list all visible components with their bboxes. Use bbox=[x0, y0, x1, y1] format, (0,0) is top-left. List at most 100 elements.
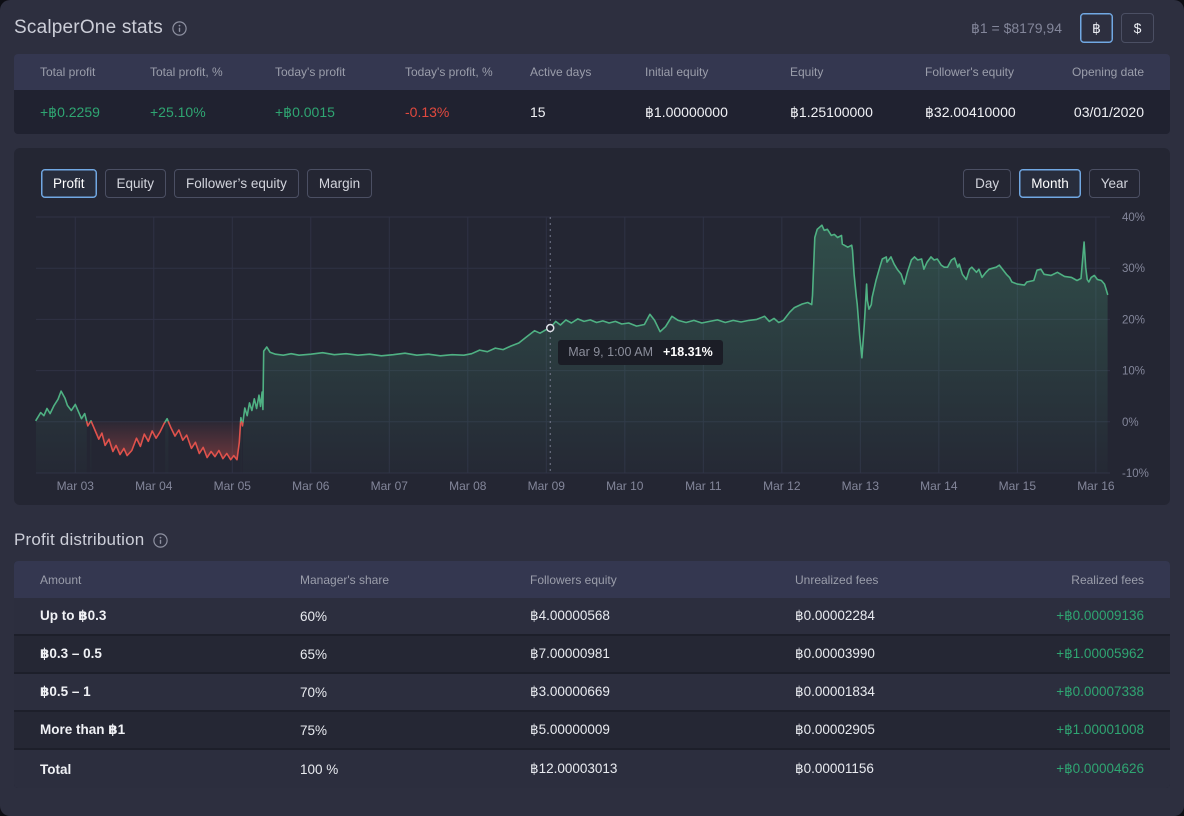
chart-panel: Profit EquityFollower’s equity Margin Day M… bbox=[14, 148, 1170, 505]
svg-text:20%: 20% bbox=[1122, 314, 1145, 326]
range-tab[interactable]: Month bbox=[1019, 169, 1081, 198]
distribution-row: Total 100 % ฿12.00003013 ฿0.00001156 +฿0… bbox=[14, 750, 1170, 788]
metric-tabs: Profit EquityFollower’s equity Margin bbox=[41, 169, 372, 198]
stats-column-header: Today's profit, % bbox=[391, 65, 516, 79]
distribution-body: Up to ฿0.3 60% ฿4.00000568 ฿0.00002284 +… bbox=[14, 598, 1170, 788]
distribution-realized-fees: +฿1.00005962 bbox=[1031, 646, 1158, 662]
stats-column-header: Follower's equity bbox=[911, 65, 1046, 79]
svg-text:Mar 15: Mar 15 bbox=[999, 479, 1037, 493]
svg-text:30%: 30% bbox=[1122, 263, 1145, 275]
distribution-header-row: AmountManager's shareFollowers equityUnr… bbox=[14, 561, 1170, 598]
svg-text:Mar 13: Mar 13 bbox=[842, 479, 880, 493]
svg-text:0%: 0% bbox=[1122, 417, 1139, 429]
metric-tab[interactable]: Profit bbox=[41, 169, 97, 198]
svg-text:Mar 11: Mar 11 bbox=[685, 479, 722, 493]
stats-table-value-row: +฿0.2259+25.10%+฿0.0015-0.13%15฿1.000000… bbox=[14, 90, 1170, 134]
stats-column-header: Initial equity bbox=[631, 65, 776, 79]
distribution-column-header: Unrealized fees bbox=[781, 573, 1031, 587]
distribution-column-header: Followers equity bbox=[516, 573, 781, 587]
distribution-unrealized-fees: ฿0.00001156 bbox=[781, 761, 1031, 777]
range-tab[interactable]: Year bbox=[1089, 169, 1140, 198]
distribution-realized-fees: +฿0.00009136 bbox=[1031, 608, 1158, 624]
stats-value: 03/01/2020 bbox=[1046, 104, 1158, 120]
distribution-row: ฿0.5 – 1 70% ฿3.00000669 ฿0.00001834 +฿0… bbox=[14, 674, 1170, 712]
distribution-title: Profit distribution bbox=[14, 530, 144, 550]
info-icon[interactable] bbox=[172, 21, 187, 36]
svg-text:Mar 09: Mar 09 bbox=[528, 479, 566, 493]
chart-toolbar: Profit EquityFollower’s equity Margin Day M… bbox=[14, 148, 1170, 198]
svg-text:40%: 40% bbox=[1122, 212, 1145, 224]
currency-toggle-button[interactable]: ฿ bbox=[1080, 13, 1113, 43]
distribution-header: Profit distribution bbox=[0, 505, 1184, 561]
svg-text:Mar 10: Mar 10 bbox=[606, 479, 644, 493]
distribution-unrealized-fees: ฿0.00001834 bbox=[781, 684, 1031, 700]
stats-header: ScalperOne stats ฿1 = $8179,94 ฿$ bbox=[0, 0, 1184, 54]
stats-column-header: Opening date bbox=[1046, 65, 1158, 79]
stats-column-header: Equity bbox=[776, 65, 911, 79]
svg-text:Mar 04: Mar 04 bbox=[135, 479, 173, 493]
stats-value: ฿1.25100000 bbox=[776, 104, 911, 121]
distribution-row: ฿0.3 – 0.5 65% ฿7.00000981 ฿0.00003990 +… bbox=[14, 636, 1170, 674]
distribution-amount: Up to ฿0.3 bbox=[26, 608, 286, 624]
distribution-managers-share: 65% bbox=[286, 647, 516, 662]
stats-column-header: Total profit bbox=[26, 65, 136, 79]
stats-value: 15 bbox=[516, 104, 631, 120]
currency-toggle: ฿$ bbox=[1080, 13, 1154, 43]
distribution-managers-share: 70% bbox=[286, 685, 516, 700]
stats-value: ฿32.00410000 bbox=[911, 104, 1046, 121]
distribution-column-header: Manager's share bbox=[286, 573, 516, 587]
distribution-realized-fees: +฿0.00007338 bbox=[1031, 684, 1158, 700]
distribution-column-header: Amount bbox=[26, 573, 286, 587]
range-tab[interactable]: Day bbox=[963, 169, 1011, 198]
distribution-realized-fees: +฿1.00001008 bbox=[1031, 722, 1158, 738]
svg-text:-10%: -10% bbox=[1122, 468, 1149, 480]
svg-text:Mar 07: Mar 07 bbox=[371, 479, 409, 493]
profit-chart: Mar 03 Mar 04 Mar 05 Mar 06 Mar 07 Mar 08 Mar … bbox=[14, 204, 1170, 500]
svg-text:Mar 16: Mar 16 bbox=[1077, 479, 1115, 493]
distribution-table: AmountManager's shareFollowers equityUnr… bbox=[14, 561, 1170, 788]
metric-tab[interactable]: Equity bbox=[105, 169, 167, 198]
distribution-managers-share: 75% bbox=[286, 723, 516, 738]
page-title: ScalperOne stats bbox=[14, 17, 163, 39]
range-tabs: Day Month Year bbox=[963, 169, 1140, 198]
distribution-amount: Total bbox=[26, 762, 286, 777]
stats-column-header: Active days bbox=[516, 65, 631, 79]
distribution-row: More than ฿1 75% ฿5.00000009 ฿0.00002905… bbox=[14, 712, 1170, 750]
stats-value: +25.10% bbox=[136, 104, 261, 120]
distribution-column-header: Realized fees bbox=[1031, 573, 1158, 587]
stats-column-header: Today's profit bbox=[261, 65, 391, 79]
svg-text:Mar 14: Mar 14 bbox=[920, 479, 958, 493]
distribution-followers-equity: ฿3.00000669 bbox=[516, 684, 781, 700]
distribution-unrealized-fees: ฿0.00002284 bbox=[781, 608, 1031, 624]
distribution-followers-equity: ฿7.00000981 bbox=[516, 646, 781, 662]
metric-tab[interactable]: Follower’s equity bbox=[174, 169, 299, 198]
svg-text:Mar 05: Mar 05 bbox=[214, 479, 252, 493]
distribution-followers-equity: ฿5.00000009 bbox=[516, 722, 781, 738]
distribution-row: Up to ฿0.3 60% ฿4.00000568 ฿0.00002284 +… bbox=[14, 598, 1170, 636]
svg-text:Mar 03: Mar 03 bbox=[57, 479, 95, 493]
currency-toggle-button[interactable]: $ bbox=[1121, 13, 1154, 43]
metric-tab[interactable]: Margin bbox=[307, 169, 372, 198]
scalperone-dashboard: ScalperOne stats ฿1 = $8179,94 ฿$ Total … bbox=[0, 0, 1184, 816]
info-icon[interactable] bbox=[153, 533, 168, 548]
svg-text:Mar 08: Mar 08 bbox=[449, 479, 487, 493]
stats-column-header: Total profit, % bbox=[136, 65, 261, 79]
stats-value: +฿0.0015 bbox=[261, 104, 391, 121]
distribution-followers-equity: ฿12.00003013 bbox=[516, 761, 781, 777]
distribution-amount: More than ฿1 bbox=[26, 722, 286, 738]
svg-text:Mar 06: Mar 06 bbox=[292, 479, 330, 493]
svg-text:10%: 10% bbox=[1122, 366, 1145, 378]
stats-value: +฿0.2259 bbox=[26, 104, 136, 121]
profit-chart-plot[interactable]: Mar 03 Mar 04 Mar 05 Mar 06 Mar 07 Mar 08 Mar … bbox=[14, 204, 1170, 500]
distribution-followers-equity: ฿4.00000568 bbox=[516, 608, 781, 624]
distribution-managers-share: 100 % bbox=[286, 762, 516, 777]
stats-value: ฿1.00000000 bbox=[631, 104, 776, 121]
distribution-unrealized-fees: ฿0.00003990 bbox=[781, 646, 1031, 662]
distribution-amount: ฿0.5 – 1 bbox=[26, 684, 286, 700]
stats-table: Total profitTotal profit, %Today's profi… bbox=[14, 54, 1170, 134]
stats-table-header-row: Total profitTotal profit, %Today's profi… bbox=[14, 54, 1170, 90]
exchange-rate: ฿1 = $8179,94 bbox=[971, 20, 1062, 37]
stats-value: -0.13% bbox=[391, 104, 516, 120]
svg-text:Mar 12: Mar 12 bbox=[763, 479, 801, 493]
distribution-amount: ฿0.3 – 0.5 bbox=[26, 646, 286, 662]
